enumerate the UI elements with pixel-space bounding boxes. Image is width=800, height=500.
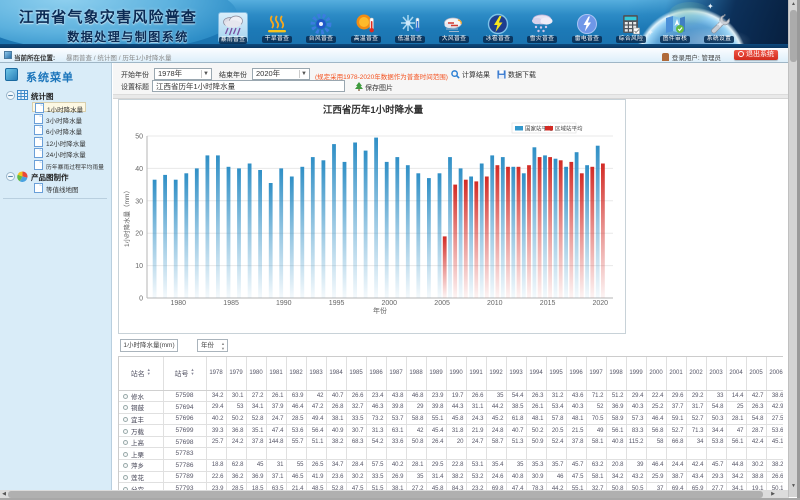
svg-text:2000: 2000 xyxy=(382,300,398,307)
svg-text:1985: 1985 xyxy=(223,300,239,307)
svg-text:2015: 2015 xyxy=(540,300,556,307)
svg-text:2010: 2010 xyxy=(487,300,503,307)
svg-text:2005: 2005 xyxy=(434,300,450,307)
svg-text:10: 10 xyxy=(135,263,143,270)
svg-text:0: 0 xyxy=(139,296,143,303)
svg-text:1990: 1990 xyxy=(276,300,292,307)
svg-text:区域站平均: 区域站平均 xyxy=(555,125,583,133)
svg-text:江西省历年1小时降水量: 江西省历年1小时降水量 xyxy=(323,104,424,116)
svg-text:50: 50 xyxy=(135,134,143,141)
svg-text:年份: 年份 xyxy=(373,306,387,315)
svg-text:30: 30 xyxy=(135,198,143,205)
svg-text:1995: 1995 xyxy=(329,300,345,307)
svg-text:2020: 2020 xyxy=(593,300,609,307)
svg-text:20: 20 xyxy=(135,231,143,238)
svg-text:1980: 1980 xyxy=(171,300,187,307)
svg-text:1小时降水量（mm）: 1小时降水量（mm） xyxy=(122,187,131,247)
svg-text:40: 40 xyxy=(135,166,143,173)
